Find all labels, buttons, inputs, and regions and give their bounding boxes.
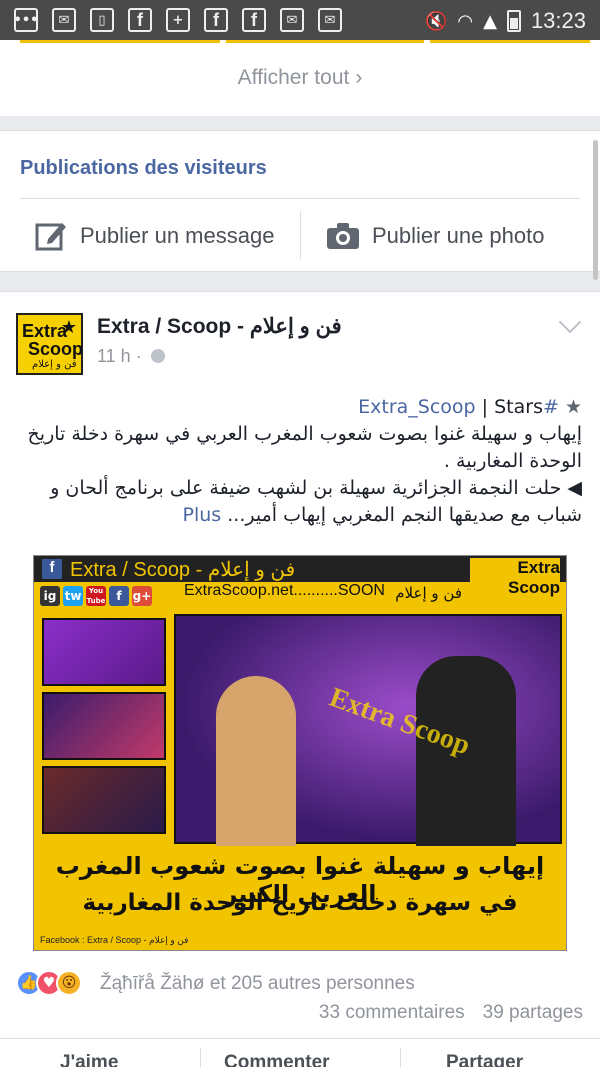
post-text: ★ #Extra_Scoop | Stars إيهاب و سهيلة غنو…	[20, 394, 582, 529]
comment-button[interactable]: Commenter	[224, 1052, 330, 1067]
photo-strip	[0, 40, 600, 44]
mail-icon: ✉	[280, 8, 304, 32]
star-icon: ★	[60, 317, 77, 338]
show-all-label: Afficher tout	[237, 66, 350, 89]
post-text-body: ◀ حلت النجمة الجزائرية سهيلة بن لشهب ضيف…	[50, 477, 582, 526]
battery-icon	[506, 10, 521, 32]
post-photo-button[interactable]: Publier une photo	[326, 213, 544, 259]
wifi-icon: ◠	[457, 10, 474, 32]
page-name-link[interactable]: Extra / Scoop - فن و إعلام	[97, 314, 342, 339]
singer-figure	[216, 676, 296, 846]
camera-icon	[327, 223, 359, 249]
divider	[200, 1048, 201, 1067]
reaction-icons[interactable]: 👍 ♥ 😮	[16, 970, 82, 996]
thumbnail-photo	[42, 766, 166, 834]
main-photo: Extra Scoop	[174, 614, 562, 846]
logo-text: Scoop	[508, 578, 560, 597]
share-count-link[interactable]: 39 partages	[483, 1002, 583, 1024]
divider	[400, 1048, 401, 1067]
image-header-title: Extra / Scoop - فن و إعلام	[70, 559, 296, 581]
clock: 13:23	[530, 8, 586, 33]
post-text-line: إيهاب و سهيلة غنوا بصوت شعوب المغرب العر…	[27, 423, 582, 472]
scrollbar[interactable]	[593, 140, 598, 280]
chat-icon: •••	[14, 8, 38, 32]
post-message-button[interactable]: Publier un message	[34, 213, 274, 259]
avatar-text: Scoop	[28, 339, 84, 359]
twitter-icon: tw	[63, 586, 83, 606]
wow-reaction-icon: 😮	[56, 970, 82, 996]
logo-text: Extra	[517, 558, 560, 577]
separator: ·	[135, 346, 142, 366]
globe-icon	[150, 349, 165, 363]
facebook-icon: f	[204, 8, 228, 32]
youtube-icon: You Tube	[86, 586, 106, 606]
post-message-label: Publier un message	[80, 223, 275, 248]
post-text-line: ◀ حلت النجمة الجزائرية سهيلة بن لشهب ضيف…	[20, 475, 582, 529]
notification-icons: ••• ✉ ▯ f + f f ✉ ✉	[14, 8, 342, 32]
like-button[interactable]: J'aime	[60, 1052, 118, 1067]
divider	[0, 1038, 600, 1039]
post-text-word: Stars	[494, 396, 543, 418]
social-icons: ig tw You Tube f g+	[40, 586, 152, 606]
facebook-icon: f	[242, 8, 266, 32]
facebook-icon: f	[109, 586, 129, 606]
mail-icon: ✉	[318, 8, 342, 32]
share-label: Partager	[446, 1052, 524, 1067]
thumbnail-photo	[42, 618, 166, 686]
post-photo-label: Publier une photo	[372, 223, 545, 248]
chevron-down-icon[interactable]	[558, 310, 582, 334]
mute-icon: 🔇	[424, 10, 448, 32]
avatar-text: فن و إعلام	[32, 359, 77, 370]
friend-request-icon: +	[166, 8, 190, 32]
divider	[300, 211, 301, 259]
star-icon: ★	[564, 396, 582, 418]
signal-icon: ▲	[483, 10, 497, 32]
post-card: Extra ★ Scoop فن و إعلام Extra / Scoop -…	[0, 291, 600, 1067]
mail-icon: ✉	[52, 8, 76, 32]
see-more-link[interactable]: Plus	[183, 504, 222, 526]
image-logo: Extra Scoop	[470, 558, 560, 608]
chevron-right-icon: ›	[355, 66, 363, 89]
timestamp-text: 11 h	[97, 346, 131, 366]
page-avatar[interactable]: Extra ★ Scoop فن و إعلام	[16, 313, 83, 375]
comment-label: Commenter	[224, 1052, 330, 1067]
facebook-icon: f	[42, 559, 62, 579]
show-all-link[interactable]: Afficher tout ›	[0, 66, 600, 90]
image-caption: في سهرة دخلت تاريخ الوحدة المغاربية	[82, 890, 518, 916]
like-label: J'aime	[60, 1052, 119, 1067]
divider	[20, 198, 580, 199]
phone-icon: ▯	[90, 8, 114, 32]
image-site-text: ExtraScoop.net..........SOON	[184, 582, 385, 599]
share-button[interactable]: Partager	[446, 1052, 523, 1067]
previous-card: Afficher tout ›	[0, 40, 600, 116]
visitor-posts-card: Publications des visiteurs Publier un me…	[0, 130, 600, 272]
thumbnail-photo	[42, 692, 166, 760]
google-plus-icon: g+	[132, 586, 152, 606]
facebook-icon: f	[128, 8, 152, 32]
post-timestamp[interactable]: 11 h ·	[97, 346, 165, 367]
status-bar: ••• ✉ ▯ f + f f ✉ ✉ 🔇 ◠ ▲ 13:23	[0, 0, 600, 40]
image-footer: Facebook : Extra / Scoop - فن و إعلام	[40, 935, 189, 945]
engagement-counts: 33 commentaires 39 partages	[319, 1002, 583, 1024]
post-text-line: ★ #Extra_Scoop | Stars	[20, 394, 582, 421]
post-image[interactable]: f Extra / Scoop - فن و إعلام Extra Scoop…	[33, 555, 567, 951]
reaction-summary[interactable]: Žąħīřå Žähø et 205 autres personnes	[100, 973, 415, 995]
instagram-icon: ig	[40, 586, 60, 606]
visitor-posts-title: Publications des visiteurs	[20, 157, 267, 179]
logo-arabic-text: فن و إعلام	[395, 584, 462, 602]
separator: |	[481, 396, 489, 418]
compose-icon	[35, 223, 66, 251]
comment-count-link[interactable]: 33 commentaires	[319, 1002, 465, 1024]
